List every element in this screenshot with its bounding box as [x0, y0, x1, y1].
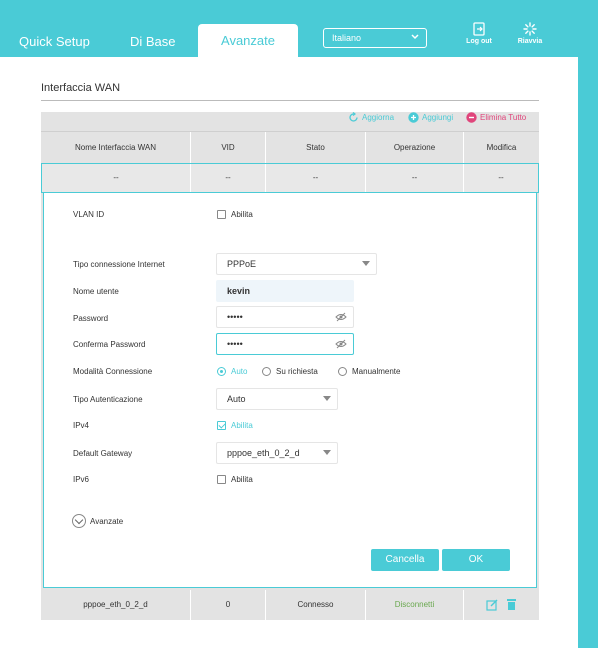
refresh-button[interactable]: Aggiorna [348, 112, 394, 123]
confirm-password-label: Conferma Password [73, 340, 146, 349]
mode-auto-radio[interactable] [217, 367, 226, 376]
section-title: Interfaccia WAN [41, 82, 121, 94]
ipv4-label: IPv4 [73, 421, 90, 430]
default-gateway-select[interactable]: pppoe_eth_0_2_d [216, 442, 338, 464]
username-input[interactable]: kevin [216, 280, 354, 302]
mode-auto-label: Auto [231, 367, 248, 376]
cancel-button[interactable]: Cancella [371, 549, 439, 571]
password-label: Password [73, 314, 109, 323]
auth-type-select[interactable]: Auto [216, 388, 338, 410]
mode-manual-label: Manualmente [352, 367, 401, 376]
disconnect-link[interactable]: Disconnetti [366, 590, 464, 620]
tab-di-base[interactable]: Di Base [130, 34, 176, 49]
table-cell: -- [366, 164, 464, 192]
username-label: Nome utente [73, 287, 119, 296]
refresh-label: Aggiorna [362, 113, 395, 122]
mode-manual-radio[interactable] [338, 367, 347, 376]
delete-all-label: Elimina Tutto [480, 113, 527, 122]
col-status: Stato [266, 132, 366, 164]
mode-on-demand-label: Su richiesta [276, 367, 318, 376]
caret-down-icon [362, 261, 370, 266]
table-header: Nome Interfaccia WAN VID Stato Operazion… [41, 131, 539, 164]
logout-label: Log out [466, 38, 492, 45]
conn-type-label: Tipo connessione Internet [73, 260, 165, 269]
password-input[interactable]: ••••• [216, 306, 354, 328]
add-label: Aggiungi [422, 113, 454, 122]
col-vid: VID [191, 132, 266, 164]
ipv6-enable-label: Abilita [231, 475, 253, 484]
add-icon [408, 112, 419, 123]
tab-avanzate[interactable]: Avanzate [198, 24, 298, 57]
chevron-down-circle-icon [72, 514, 86, 528]
eye-hidden-icon[interactable] [335, 339, 347, 349]
edit-cell [464, 590, 539, 620]
col-edit: Modifica [486, 143, 517, 152]
vlan-enable-checkbox[interactable] [217, 210, 226, 219]
vlan-enable-label: Abilita [231, 210, 253, 219]
language-value: Italiano [332, 33, 362, 43]
reboot-label: Riavvia [517, 38, 543, 45]
status-cell: Connesso [266, 590, 366, 620]
mode-on-demand-radio[interactable] [262, 367, 271, 376]
col-operation: Operazione [366, 132, 464, 164]
advanced-label: Avanzate [90, 516, 124, 526]
chevron-down-icon [411, 34, 419, 40]
eye-hidden-icon[interactable] [335, 312, 347, 322]
reboot-icon [523, 22, 537, 36]
username-value: kevin [227, 286, 251, 296]
vlan-id-label: VLAN ID [73, 210, 105, 219]
logout-icon [473, 22, 485, 36]
col-interface-name: Nome Interfaccia WAN [41, 132, 191, 164]
table-cell: -- [266, 164, 366, 192]
table-cell: -- [42, 164, 191, 192]
confirm-password-value: ••••• [227, 339, 243, 349]
ipv6-enable-checkbox[interactable] [217, 475, 226, 484]
auth-type-value: Auto [227, 394, 246, 404]
table-cell: -- [191, 164, 266, 192]
caret-down-icon [323, 396, 331, 401]
conn-mode-label: Modalità Connessione [73, 367, 153, 376]
ipv4-enable-checkbox[interactable] [217, 421, 226, 430]
delete-all-button[interactable]: Elimina Tutto [466, 112, 526, 123]
add-button[interactable]: Aggiungi [408, 112, 453, 123]
trash-icon[interactable] [506, 598, 517, 611]
interface-name-cell: pppoe_eth_0_2_d [41, 590, 191, 620]
conn-type-value: PPPoE [227, 259, 257, 269]
tab-quick-setup[interactable]: Quick Setup [19, 34, 90, 49]
table-cell: -- [498, 173, 504, 182]
ok-button[interactable]: OK [442, 549, 510, 571]
conn-type-select[interactable]: PPPoE [216, 253, 377, 275]
advanced-toggle[interactable]: Avanzate [72, 514, 123, 528]
caret-down-icon [323, 450, 331, 455]
table-row: pppoe_eth_0_2_d 0 Connesso Disconnetti [41, 590, 539, 620]
table-row-new: -- -- -- -- -- [41, 163, 539, 193]
reboot-button[interactable]: Riavvia [514, 22, 546, 45]
default-gateway-value: pppoe_eth_0_2_d [227, 448, 300, 458]
ipv6-label: IPv6 [73, 475, 90, 484]
password-value: ••••• [227, 312, 243, 322]
edit-icon[interactable] [486, 599, 498, 611]
language-select[interactable]: Italiano [323, 28, 427, 48]
section-divider [41, 100, 539, 101]
confirm-password-input[interactable]: ••••• [216, 333, 354, 355]
logout-button[interactable]: Log out [464, 22, 494, 45]
default-gateway-label: Default Gateway [73, 449, 133, 458]
refresh-icon [349, 112, 358, 122]
auth-type-label: Tipo Autenticazione [73, 395, 143, 404]
vid-cell: 0 [191, 590, 266, 620]
ipv4-enable-label: Abilita [231, 421, 253, 430]
delete-all-icon [466, 112, 477, 123]
